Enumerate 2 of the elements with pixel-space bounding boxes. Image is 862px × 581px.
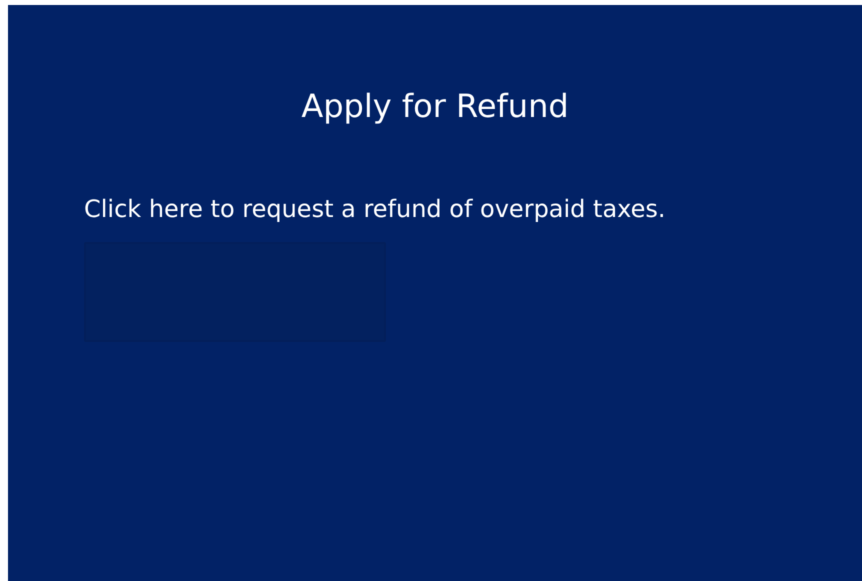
card-description: Click here to request a refund of overpaid taxes. [84,194,667,225]
card-title: Apply for Refund [301,86,569,127]
